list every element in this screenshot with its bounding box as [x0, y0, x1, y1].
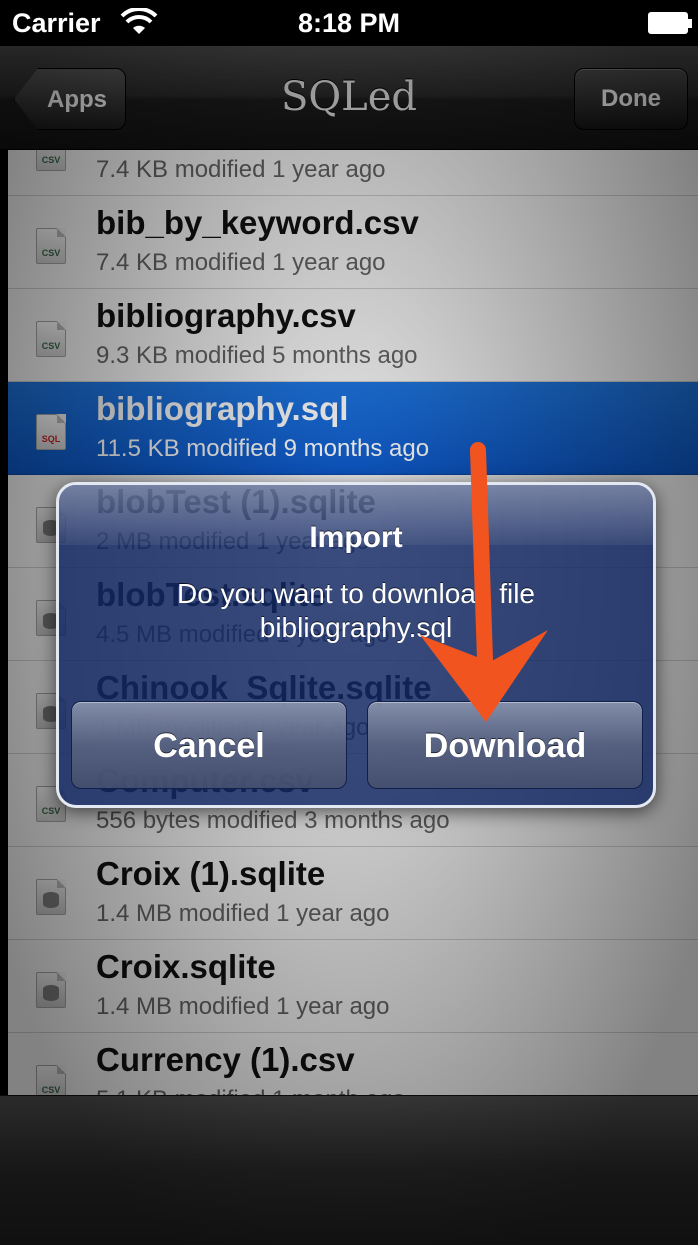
file-name: Croix.sqlite	[96, 948, 276, 985]
file-type-tag: CSV	[41, 248, 61, 258]
file-name: bib_by_keyword.csv	[96, 204, 419, 241]
database-file-icon	[36, 879, 66, 915]
file-type-tag: CSV	[41, 1085, 61, 1095]
file-name: bibliography.csv	[96, 297, 356, 334]
file-row[interactable]: CSV bib_by_keyword.csv 7.4 KB modified 1 y…	[8, 196, 698, 289]
csv-file-icon: CSV	[36, 1065, 66, 1095]
csv-file-icon: CSV	[36, 150, 66, 171]
database-cylinder-icon	[43, 985, 59, 1001]
database-file-icon	[36, 972, 66, 1008]
clock: 8:18 PM	[297, 8, 401, 38]
alert-message: Do you want to download file bibliograph…	[177, 578, 535, 643]
file-type-tag: CSV	[41, 155, 61, 165]
file-row[interactable]: SQL bibliography.sql 11.5 KB modified 9 mo…	[8, 382, 698, 475]
file-row[interactable]: Croix.sqlite 1.4 MB modified 1 year ago	[8, 940, 698, 1033]
file-row[interactable]: CSV bibliography.csv 9.3 KB modified 5 mon…	[8, 289, 698, 382]
file-meta: 1.4 MB modified 1 year ago	[96, 993, 390, 1020]
file-meta: 1.4 MB modified 1 year ago	[96, 900, 390, 927]
alert-title: Import	[309, 521, 403, 554]
battery-icon	[648, 12, 692, 34]
file-name: bibliography.sql	[96, 390, 349, 427]
database-cylinder-icon	[43, 892, 59, 908]
file-name: Croix (1).sqlite	[96, 855, 326, 892]
download-button[interactable]: Download	[367, 701, 643, 789]
file-meta: 556 bytes modified 3 months ago	[96, 807, 450, 834]
status-bar: Carrier 8:18 PM	[0, 0, 698, 46]
done-button[interactable]: Done	[574, 68, 688, 130]
file-meta: 5.1 KB modified 1 month ago	[96, 1086, 406, 1095]
file-type-tag: CSV	[41, 806, 61, 816]
file-name: Currency (1).csv	[96, 1041, 355, 1078]
file-meta: 11.5 KB modified 9 months ago	[96, 435, 430, 462]
file-meta: 7.4 KB modified 1 year ago	[96, 249, 386, 276]
file-row[interactable]: CSV Currency (1).csv 5.1 KB modified 1 mon…	[8, 1033, 698, 1095]
bottom-toolbar	[0, 1095, 698, 1245]
csv-file-icon: CSV	[36, 321, 66, 357]
file-meta: 9.3 KB modified 5 months ago	[96, 342, 418, 369]
file-type-tag: CSV	[41, 341, 61, 351]
file-row[interactable]: CSVbib_by_keyword (1).csv7.4 KB modified…	[8, 150, 698, 196]
sql-file-icon: SQL	[36, 414, 66, 450]
cancel-button[interactable]: Cancel	[71, 701, 347, 789]
csv-file-icon: CSV	[36, 228, 66, 264]
import-alert-dialog: Import Do you want to download file bibl…	[56, 482, 656, 808]
file-type-tag: SQL	[41, 434, 61, 444]
file-meta: 7.4 KB modified 1 year ago	[96, 156, 386, 183]
file-row[interactable]: Croix (1).sqlite 1.4 MB modified 1 year a…	[8, 847, 698, 940]
navigation-bar: Apps SQLed Done	[0, 46, 698, 150]
